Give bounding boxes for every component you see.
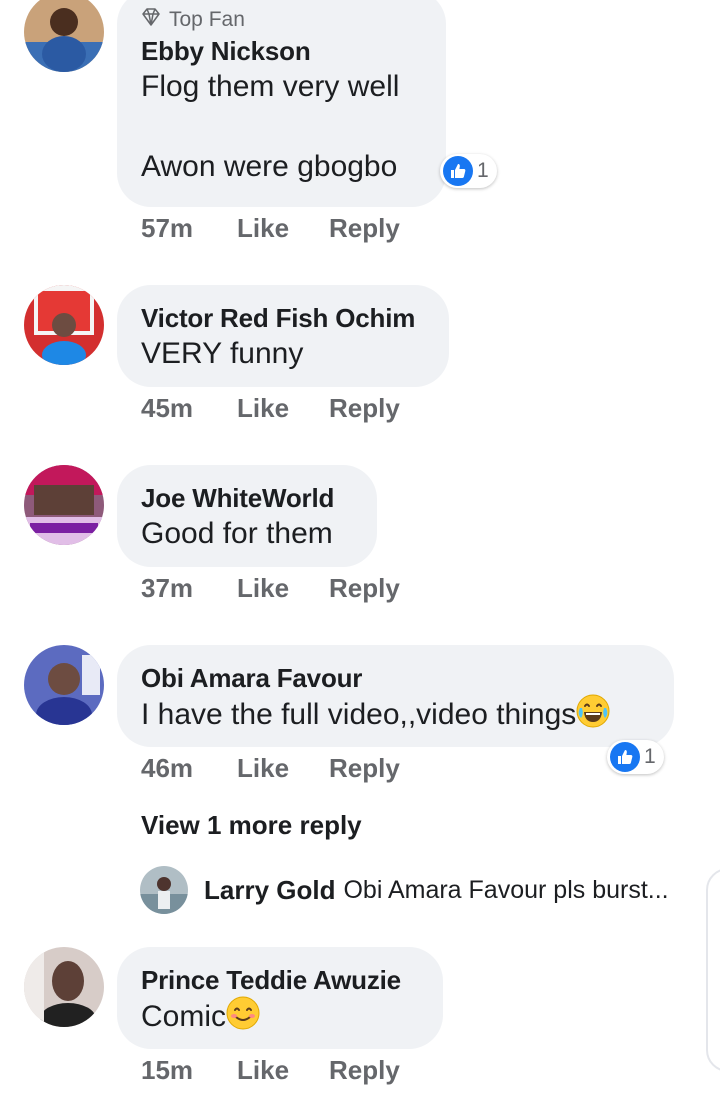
like-button[interactable]: Like	[237, 213, 329, 244]
reply-button[interactable]: Reply	[329, 573, 400, 604]
reaction-count-label: 1	[644, 745, 656, 768]
comment-text: Flog them very well Awon were gbogbo	[141, 70, 400, 183]
top-fan-badge: Top Fan	[141, 7, 422, 33]
comment-text: Good for them	[141, 517, 333, 550]
comment-bubble: Obi Amara Favour I have the full video,,…	[117, 645, 674, 747]
comment-text: I have the full video,,video things	[141, 694, 650, 739]
reaction-count-label: 1	[477, 159, 489, 182]
reply-button[interactable]: Reply	[329, 1055, 400, 1086]
view-more-replies-link[interactable]: View 1 more reply	[141, 810, 362, 841]
commenter-name[interactable]: Prince Teddie Awuzie	[141, 964, 419, 996]
reply-avatar[interactable]	[140, 866, 188, 914]
avatar[interactable]	[24, 947, 104, 1027]
badge-label: Top Fan	[169, 8, 245, 31]
reaction-count[interactable]: 1	[440, 154, 497, 188]
reply-button[interactable]: Reply	[329, 213, 400, 244]
comment-actions: 15m Like Reply	[141, 1055, 400, 1086]
comment-timestamp[interactable]: 57m	[141, 213, 237, 244]
commenter-name[interactable]: Victor Red Fish Ochim	[141, 302, 425, 334]
reply-button[interactable]: Reply	[329, 753, 400, 784]
comment-bubble: Joe WhiteWorld Good for them	[117, 465, 377, 567]
avatar[interactable]	[24, 285, 104, 365]
reply-button[interactable]: Reply	[329, 393, 400, 424]
commenter-name[interactable]: Joe WhiteWorld	[141, 482, 353, 514]
comment-bubble: Prince Teddie Awuzie Comic	[117, 947, 443, 1049]
comment-timestamp[interactable]: 15m	[141, 1055, 237, 1086]
avatar[interactable]	[24, 465, 104, 545]
like-button[interactable]: Like	[237, 1055, 329, 1086]
like-button[interactable]: Like	[237, 393, 329, 424]
comment-actions: 46m Like Reply	[141, 753, 400, 784]
reply-text: Obi Amara Favour pls burst...	[343, 875, 669, 904]
comment-bubble: Top Fan Ebby Nickson Flog them very well…	[117, 0, 446, 207]
smiling-face-emoji	[226, 996, 260, 1041]
like-button[interactable]: Like	[237, 573, 329, 604]
reply-author-name[interactable]: Larry Gold	[204, 875, 335, 906]
comment-actions: 37m Like Reply	[141, 573, 400, 604]
like-reaction-icon	[610, 742, 640, 772]
comment-actions: 45m Like Reply	[141, 393, 400, 424]
comment-actions: 57m Like Reply	[141, 213, 400, 244]
like-reaction-icon	[443, 156, 473, 186]
avatar[interactable]	[24, 645, 104, 725]
comment-text: Comic	[141, 996, 419, 1041]
avatar[interactable]	[24, 0, 104, 72]
diamond-icon	[141, 8, 161, 32]
comment-timestamp[interactable]: 46m	[141, 753, 237, 784]
commenter-name[interactable]: Ebby Nickson	[141, 35, 422, 67]
reply-preview[interactable]: Larry Gold Obi Amara Favour pls burst...	[140, 866, 669, 914]
comment-bubble: Victor Red Fish Ochim VERY funny	[117, 285, 449, 387]
side-panel-edge	[706, 868, 720, 1072]
like-button[interactable]: Like	[237, 753, 329, 784]
commenter-name[interactable]: Obi Amara Favour	[141, 662, 650, 694]
comment-text-content: Comic	[141, 1000, 227, 1033]
reaction-count[interactable]: 1	[607, 740, 664, 774]
comment-text: VERY funny	[141, 337, 304, 370]
face-with-tears-of-joy-emoji	[576, 694, 610, 739]
comment-timestamp[interactable]: 37m	[141, 573, 237, 604]
comment-text-content: I have the full video,,video things	[141, 698, 577, 731]
comment-timestamp[interactable]: 45m	[141, 393, 237, 424]
